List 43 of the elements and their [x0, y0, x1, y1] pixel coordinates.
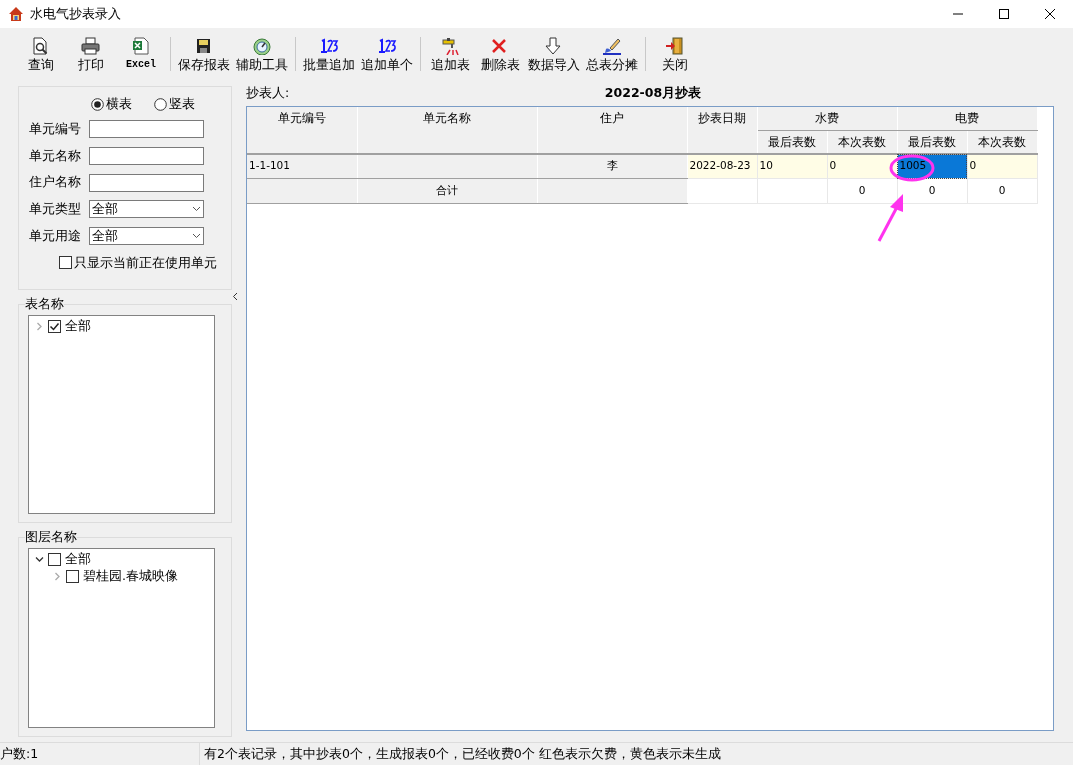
window-title: 水电气抄表录入	[30, 5, 121, 24]
table-cell: 0	[827, 178, 897, 204]
table-cell: 合计	[357, 178, 537, 204]
toolbar-button[interactable]: 批量追加	[300, 36, 358, 72]
grid-title: 2022-08月抄表	[603, 83, 703, 102]
toolbar-button[interactable]: 打印	[66, 36, 116, 72]
table-cell[interactable]: 李	[537, 153, 687, 179]
toolbar-button[interactable]: 查询	[16, 36, 66, 72]
field-label: 单元编号	[29, 119, 82, 138]
toolbar-button[interactable]: 保存报表	[175, 36, 233, 72]
checkbox-label[interactable]: 只显示当前正在使用单元	[74, 253, 217, 273]
table-cell: 0	[967, 178, 1037, 204]
group-title: 图层名称	[25, 530, 77, 544]
field-label: 单元名称	[29, 146, 82, 165]
group-title: 表名称	[25, 297, 64, 311]
column-header[interactable]: 电费	[897, 107, 1037, 130]
dropdown[interactable]: 全部	[89, 200, 204, 219]
field-label: 单元用途	[29, 226, 82, 245]
column-header[interactable]: 抄表日期	[687, 107, 757, 154]
toolbar-button[interactable]: Excel	[116, 36, 166, 72]
status-text: 户数:1	[0, 744, 39, 763]
toolbar-button[interactable]: 关闭	[650, 36, 700, 72]
column-header[interactable]: 单元名称	[357, 107, 537, 154]
column-header[interactable]: 住户	[537, 107, 687, 154]
reader-label: 抄表人:	[246, 83, 291, 102]
toolbar-button[interactable]: 辅助工具	[233, 36, 291, 72]
radio-label[interactable]: 横表	[106, 95, 132, 114]
column-header[interactable]: 单元编号	[247, 107, 357, 154]
status-text: 有2个表记录，其中抄表0个，生成报表0个，已经收费0个 红色表示欠费，黄色表示未生成	[203, 744, 721, 763]
field-label: 住户名称	[29, 173, 82, 192]
tree-item[interactable]: 碧桂园.春城映像	[83, 567, 178, 586]
toolbar-button[interactable]: 追加单个	[358, 36, 416, 72]
toolbar-button[interactable]: 总表分摊	[583, 36, 641, 72]
toolbar-button[interactable]: 删除表	[475, 36, 525, 72]
table-cell[interactable]: 1-1-101	[247, 153, 357, 179]
field-label: 单元类型	[29, 200, 82, 218]
toolbar-button[interactable]: 追加表	[425, 36, 475, 72]
tree-item[interactable]: 全部	[65, 550, 91, 569]
toolbar-button[interactable]: 数据导入	[525, 36, 583, 72]
tree-item[interactable]: 全部	[65, 317, 91, 336]
radio-label[interactable]: 竖表	[169, 95, 195, 114]
column-header[interactable]: 水费	[757, 107, 897, 130]
dropdown[interactable]: 全部	[89, 227, 204, 246]
